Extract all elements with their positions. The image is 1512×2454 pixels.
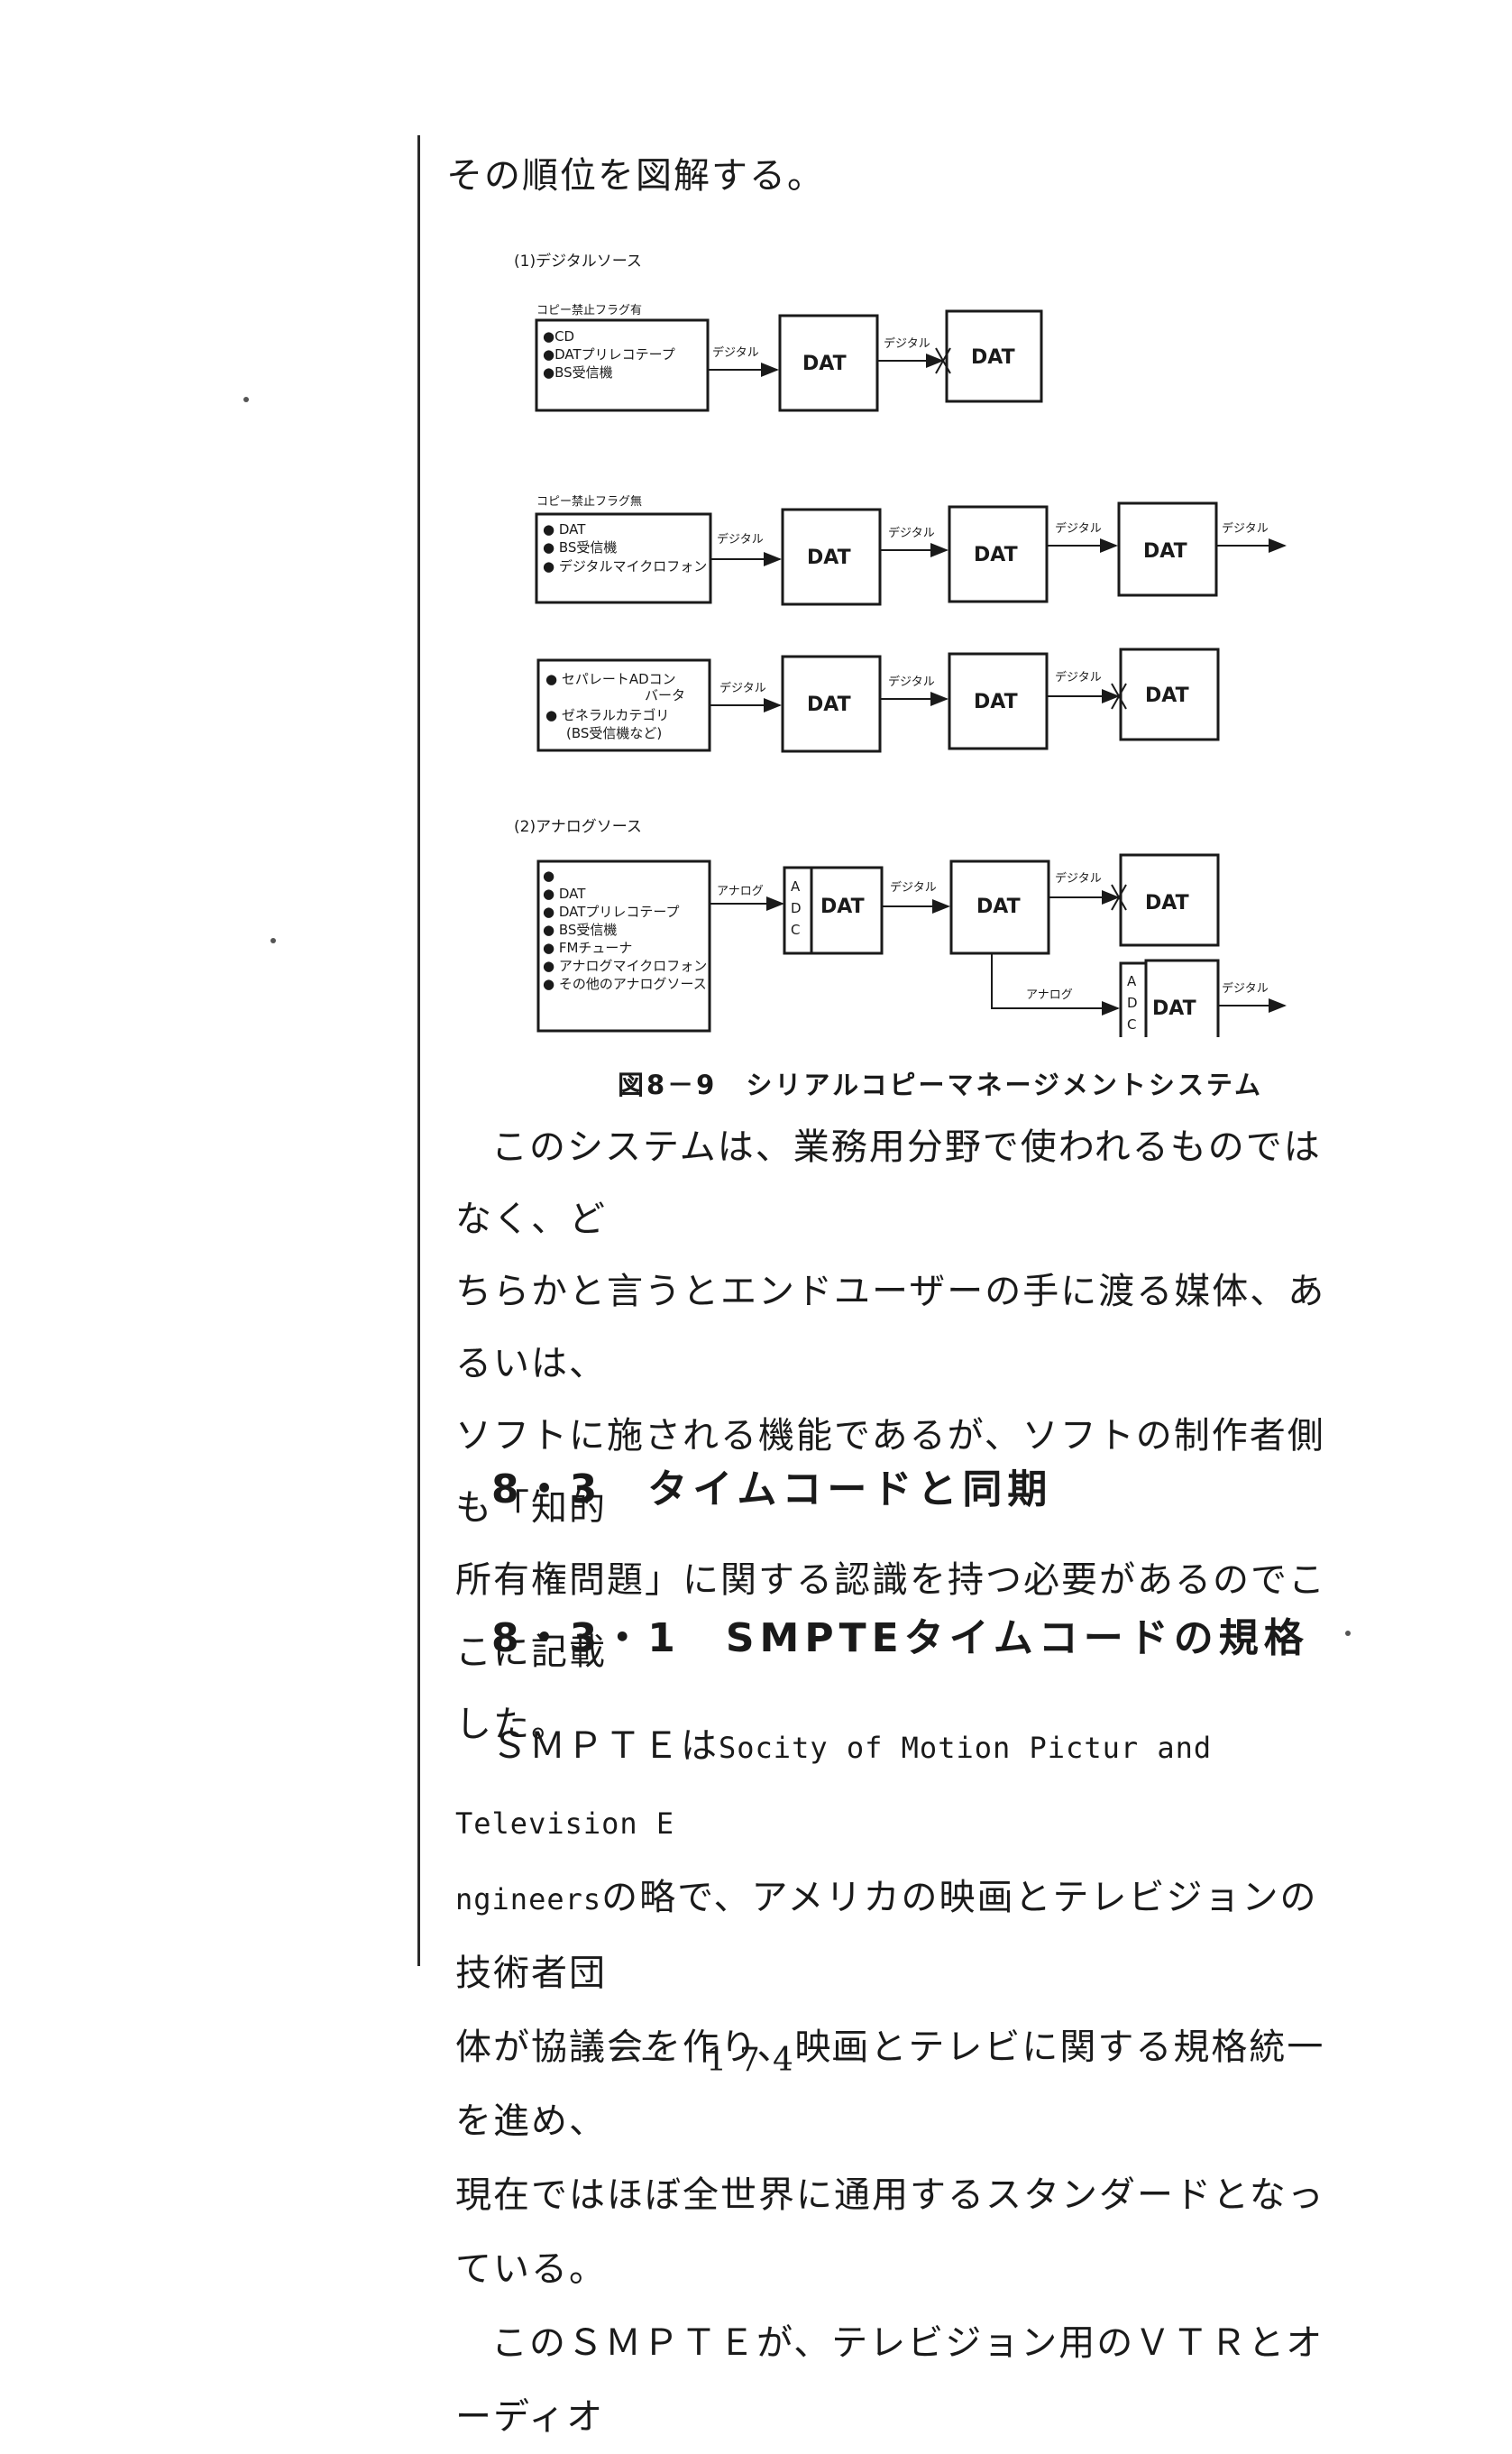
figure-8-9: (1)デジタルソース コピー禁止フラグ有 ●CD ●DATプリレコテープ ●BS… (487, 244, 1298, 1037)
page-number: － 174 － (637, 2042, 875, 2079)
source-item: ● セパレートADコン (545, 671, 676, 687)
scms-diagram: (1)デジタルソース コピー禁止フラグ有 ●CD ●DATプリレコテープ ●BS… (514, 252, 1287, 1037)
adc-letter: A (1127, 973, 1137, 989)
dat-label: DAT (1152, 997, 1196, 1020)
link-label: デジタル (717, 532, 764, 547)
text-run: ngineers (455, 1882, 602, 1916)
text-line: ちらかと言うとエンドユーザーの手に渡る媒体、あるいは、 (455, 1271, 1326, 1384)
dat-label: DAT (807, 547, 851, 569)
source-item: (BS受信機など) (566, 725, 662, 741)
source-item: ● その他のアナログソース (543, 976, 707, 992)
text-line: 現在ではほぼ全世界に通用するスタンダードとなっている。 (455, 2174, 1325, 2290)
body-paragraph: このシステムは、業務用分野で使われるものではなく、ど ちらかと言うとエンドユーザ… (455, 1111, 1334, 1760)
link-label: デジタル (1222, 981, 1269, 996)
text-line: 体が協議会を作り、映画とテレビに関する規格統一を進め、 (455, 2027, 1325, 2142)
intro-text: その順位を図解する。 (446, 155, 825, 197)
text-run: ＳＭＰＴＥは (491, 1725, 719, 1767)
adc-letter: C (1127, 1016, 1136, 1033)
link-label: デジタル (888, 675, 935, 689)
text-line: ngineersの略で、アメリカの映画とテレビジョンの技術者団 (455, 1861, 1334, 2010)
source-item: ●BS受信機 (543, 364, 613, 381)
link-label: デジタル (1055, 521, 1102, 536)
dat-label: DAT (820, 896, 865, 918)
link-label: デジタル (719, 681, 766, 695)
speck (1345, 1631, 1351, 1636)
text-line: ＳＭＰＴＥはSocity of Motion Pictur and Televi… (455, 1709, 1334, 1861)
text-line: このＳＭＰＴＥが、テレビジョン用のＶＴＲとオーディオ (455, 2322, 1324, 2438)
link-label: デジタル (1222, 521, 1269, 536)
dat-label: DAT (807, 694, 851, 716)
source-item: ● FMチューナ (543, 940, 632, 956)
subsection-heading: 8・3・1 SMPTEタイムコードの規格 (491, 1615, 1309, 1661)
source-item: ● (543, 868, 554, 884)
source-item: ● ゼネラルカテゴリ (545, 707, 669, 723)
link-label: デジタル (890, 880, 937, 895)
source-item: ● デジタルマイクロフォン (543, 558, 707, 574)
dat-label: DAT (1145, 892, 1189, 915)
dat-label: DAT (971, 346, 1015, 369)
source-item: ●CD (543, 328, 574, 345)
adc-letter: A (791, 878, 801, 895)
speck (270, 938, 276, 943)
link-label: デジタル (712, 345, 759, 360)
dat-label: DAT (974, 544, 1018, 566)
dat-label: DAT (1145, 685, 1189, 707)
adc-letter: C (791, 922, 800, 938)
source-item: ● アナログマイクロフォン (543, 958, 707, 974)
source-item: ● DATプリレコテープ (543, 904, 680, 920)
link-label: デジタル (884, 336, 930, 351)
body-paragraph: ＳＭＰＴＥはSocity of Motion Pictur and Televi… (455, 1709, 1334, 2454)
source-item: ● BS受信機 (543, 539, 617, 556)
link-label: デジタル (1055, 871, 1102, 886)
link-label: デジタル (1055, 670, 1102, 685)
section2-label: (2)アナログソース (514, 818, 642, 836)
text-line: このシステムは、業務用分野で使われるものではなく、ど (455, 1126, 1322, 1240)
link-label: アナログ (717, 885, 764, 898)
section-heading: 8・3 タイムコードと同期 (491, 1466, 1053, 1512)
dat-label: DAT (974, 691, 1018, 713)
adc-letter: D (791, 900, 802, 916)
source-item: ● BS受信機 (543, 922, 617, 938)
dat-label: DAT (802, 353, 847, 375)
speck (243, 397, 249, 402)
link-label: アナログ (1026, 988, 1073, 1002)
link-label: デジタル (888, 526, 935, 540)
adc-letter: D (1127, 995, 1138, 1011)
flag-label: コピー禁止フラグ無 (536, 495, 642, 509)
source-item: ●DATプリレコテープ (543, 346, 675, 363)
document-page: その順位を図解する。 (1)デジタルソース コピー禁止フラグ有 ●CD ●DAT… (0, 0, 1512, 2438)
source-item: バータ (645, 687, 685, 703)
dat-label: DAT (1143, 540, 1187, 563)
source-item: ● DAT (543, 521, 586, 538)
source-item: ● DAT (543, 886, 586, 902)
margin-rule (417, 135, 420, 1966)
section1-label: (1)デジタルソース (514, 252, 642, 271)
dat-label: DAT (976, 896, 1021, 918)
flag-label: コピー禁止フラグ有 (536, 304, 642, 317)
figure-caption: 図8－9 シリアルコピーマネージメントシステム (618, 1070, 1264, 1100)
